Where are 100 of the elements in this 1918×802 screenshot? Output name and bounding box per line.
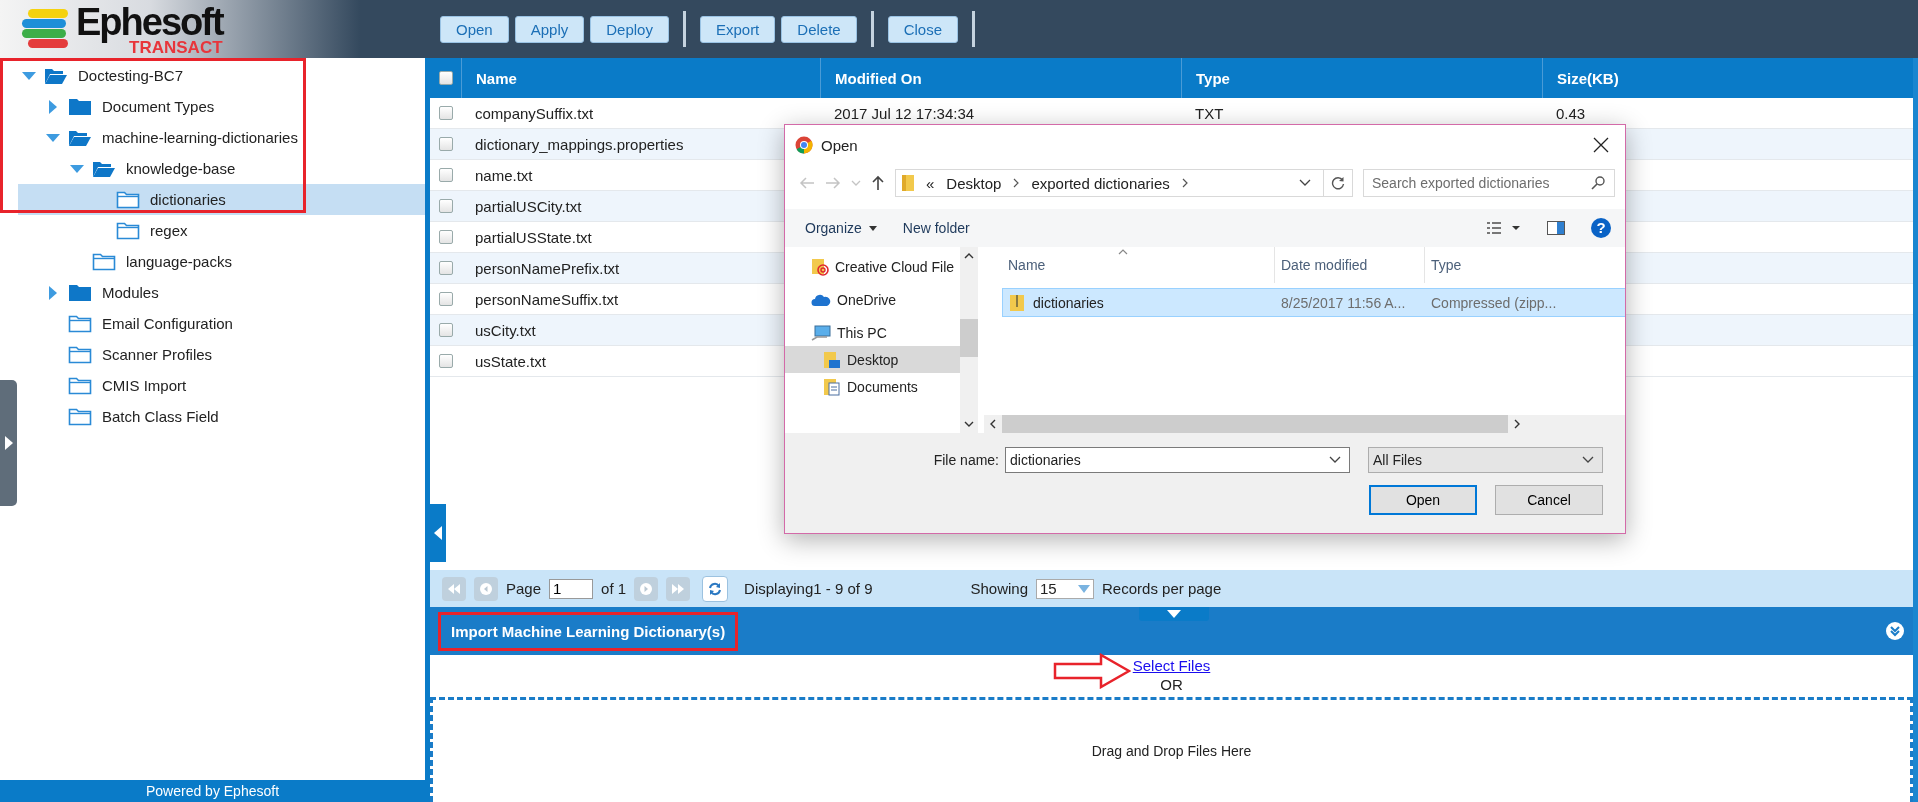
folder-icon [68,376,92,395]
sidebar-toggle[interactable] [0,380,17,506]
preview-pane-icon[interactable] [1547,221,1565,235]
collapse-icon [434,526,442,540]
scrollbar[interactable] [984,415,1625,433]
breadcrumb[interactable]: exported dictionaries [1031,174,1170,192]
tree-item[interactable]: CMIS Import [18,370,425,401]
page-size-select[interactable]: 15 [1036,578,1095,599]
row-checkbox[interactable] [438,261,453,275]
scrollbar[interactable] [960,247,978,433]
toolbar-button[interactable]: Delete [781,15,857,43]
cloud-icon [811,292,831,307]
tree-item[interactable]: dictionaries [18,184,425,215]
last-page-button[interactable] [666,576,691,601]
toolbar-button[interactable]: Export [699,15,776,43]
back-icon[interactable] [799,176,815,190]
scroll-thumb[interactable] [1002,415,1508,433]
nav-item[interactable]: Documents [785,373,960,400]
scroll-down-icon[interactable] [964,421,974,427]
scroll-thumb[interactable] [960,319,978,357]
collapse-icon[interactable] [1885,621,1905,641]
tree-item[interactable]: machine-learning-dictionaries [18,122,425,153]
file-type-select[interactable]: All Files [1368,447,1603,473]
caret-icon[interactable] [1329,456,1341,464]
column-header[interactable]: Date modified [1274,247,1424,283]
tree-item[interactable]: knowledge-base [18,153,425,184]
toolbar-button[interactable]: Open [440,15,509,43]
toolbar-button[interactable]: Apply [514,15,585,43]
folder-icon [68,345,92,364]
page-count: of 1 [601,580,627,597]
cloud-folder-icon [811,257,829,276]
tree-item[interactable]: Scanner Profiles [18,339,425,370]
chevron-icon[interactable] [1013,178,1020,188]
forward-icon[interactable] [825,176,841,190]
file-row[interactable]: dictionaries 8/25/2017 11:56 A... Compressed (zipp... [1002,288,1625,317]
address-bar[interactable]: « Desktop exported dictionaries [895,169,1353,197]
tree-item[interactable]: Document Types [18,91,425,122]
folder-icon [92,159,116,178]
page-field[interactable]: 1 [549,578,594,599]
select-all-checkbox[interactable] [438,71,453,85]
toolbar-button[interactable]: Close [887,15,958,43]
column-header[interactable]: Name [461,58,820,98]
nav-item[interactable]: Desktop [785,346,960,373]
scroll-right-icon[interactable] [1514,419,1520,429]
tree-item[interactable]: regex [18,215,425,246]
breadcrumb[interactable]: Desktop [946,174,1002,192]
view-options-icon[interactable] [1487,222,1521,234]
toolbar-button[interactable]: Deploy [590,15,669,43]
first-page-button[interactable] [442,576,466,601]
row-checkbox[interactable] [438,323,453,337]
chevron-icon[interactable] [1181,178,1188,188]
row-checkbox[interactable] [438,168,453,182]
panel-toggle-tab[interactable] [1139,607,1209,621]
file-name-field[interactable]: dictionaries [1005,447,1350,473]
expand-icon [4,436,13,450]
tree-item[interactable]: language-packs [18,246,425,277]
select-files-link[interactable]: Select Files [1132,657,1211,674]
overflow-chevron[interactable]: « [926,174,935,192]
browser-icon [795,136,813,154]
column-header[interactable]: Size(KB) [1542,58,1913,98]
tree-item[interactable]: Modules [18,277,425,308]
next-page-button[interactable] [634,576,659,601]
row-checkbox[interactable] [438,292,453,306]
drop-zone[interactable]: Drag and Drop Files Here [430,697,1913,802]
scroll-up-icon[interactable] [964,253,974,259]
row-checkbox[interactable] [438,230,453,244]
row-checkbox[interactable] [438,137,453,151]
dialog-button[interactable]: Open [1369,485,1477,515]
caret-icon[interactable] [1582,456,1594,464]
tree-item[interactable]: Doctesting-BC7 [18,60,425,91]
nav-item[interactable]: Creative Cloud File [785,253,960,280]
close-icon[interactable] [1593,137,1609,153]
column-header[interactable]: Type [1424,247,1625,283]
up-icon[interactable] [871,175,885,191]
showing-label: Showing [970,580,1029,597]
new-folder-button[interactable]: New folder [902,220,970,236]
nav-item[interactable]: OneDrive [785,286,960,313]
folder-icon [68,97,92,116]
nav-item[interactable]: This PC [785,319,960,346]
folder-icon [116,221,140,240]
tree-item[interactable]: Batch Class Field [18,401,425,432]
help-button[interactable]: ? [1591,218,1611,238]
column-header[interactable]: Modified On [820,58,1181,98]
tree-item[interactable]: Email Configuration [18,308,425,339]
records-per-page-label: Records per page [1102,580,1222,597]
row-checkbox[interactable] [438,354,453,368]
row-checkbox[interactable] [438,106,453,120]
dialog-button[interactable]: Cancel [1495,485,1603,515]
row-checkbox[interactable] [438,199,453,213]
organize-button[interactable]: Organize [805,220,877,236]
scroll-left-icon[interactable] [990,419,996,429]
caret-icon[interactable] [1299,179,1311,187]
collapse-tab[interactable] [430,504,446,562]
column-header[interactable]: Type [1181,58,1542,98]
refresh-button[interactable] [702,575,729,602]
table-cell: partialUSCity.txt [475,197,582,215]
search-field[interactable]: Search exported dictionaries [1363,169,1615,197]
page-label: Page [506,580,542,597]
column-header[interactable]: Name [1002,247,1274,283]
previous-page-button[interactable] [474,576,498,601]
